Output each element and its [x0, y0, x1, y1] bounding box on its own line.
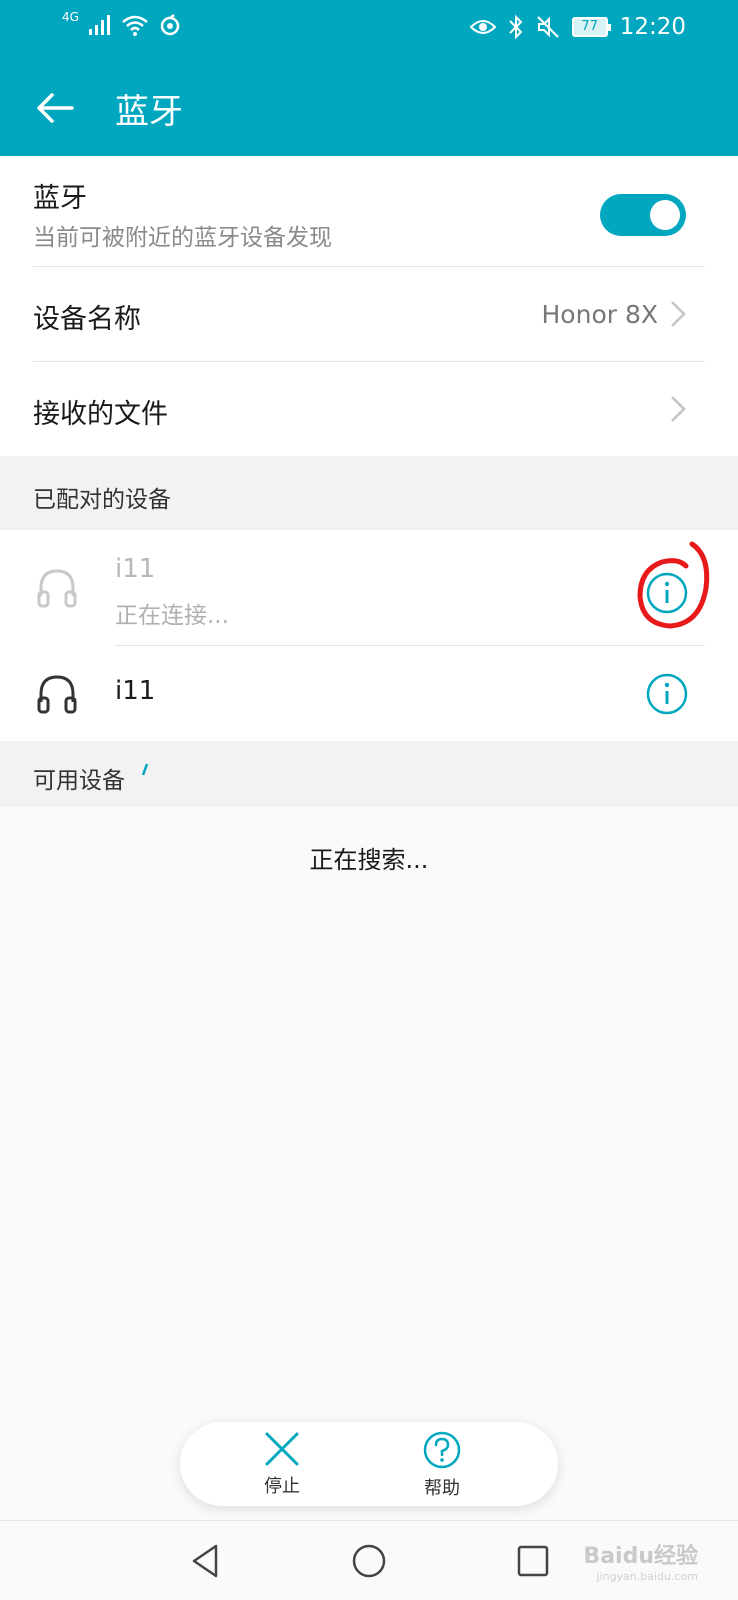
- battery-icon: 77: [571, 17, 611, 37]
- received-files-row[interactable]: 接收的文件: [0, 362, 738, 456]
- nav-home-icon[interactable]: [349, 1541, 389, 1581]
- headset-icon: [37, 569, 77, 608]
- clock: 12:20: [619, 14, 686, 40]
- back-button[interactable]: [30, 82, 82, 134]
- help-icon: [423, 1431, 461, 1469]
- help-button-label: 帮助: [424, 1478, 460, 1499]
- settings-card: 蓝牙 当前可被附近的蓝牙设备发现 设备名称 Honor 8X 接收的文件: [0, 156, 738, 456]
- signal-icon: [88, 15, 110, 35]
- action-bar: 停止 帮助: [180, 1422, 558, 1506]
- available-devices-header: 可用设备: [0, 741, 738, 807]
- wifi-icon: [122, 15, 148, 36]
- paired-device-name: i11: [115, 554, 156, 584]
- headset-icon: [37, 675, 77, 714]
- bluetooth-status-icon: [508, 15, 523, 39]
- status-bar: 4G 77 12:20: [0, 0, 738, 58]
- bluetooth-switch[interactable]: [600, 194, 686, 236]
- app-bar: 4G 77 12:20 蓝牙: [0, 0, 738, 156]
- watermark: Baidu经验 jingyan.baidu.com: [583, 1538, 698, 1583]
- watermark-url: jingyan.baidu.com: [596, 1570, 698, 1583]
- device-name-title: 设备名称: [33, 304, 141, 335]
- paired-device-row[interactable]: i11 正在连接...: [0, 530, 738, 645]
- eye-comfort-icon: [469, 20, 496, 34]
- loading-spinner-icon: [141, 763, 149, 776]
- device-name-row[interactable]: 设备名称 Honor 8X: [0, 267, 738, 361]
- info-icon[interactable]: [644, 671, 690, 717]
- stop-button-label: 停止: [264, 1476, 300, 1497]
- stop-button[interactable]: 停止: [232, 1430, 332, 1500]
- paired-device-name: i11: [115, 676, 156, 706]
- nav-back-icon[interactable]: [186, 1541, 226, 1581]
- arrow-left-icon: [37, 93, 74, 123]
- switch-knob: [650, 200, 680, 230]
- page-title: 蓝牙: [115, 92, 183, 132]
- paired-device-status: 正在连接...: [115, 603, 229, 629]
- bluetooth-row-subtitle: 当前可被附近的蓝牙设备发现: [33, 225, 332, 251]
- bluetooth-row-title: 蓝牙: [33, 183, 87, 214]
- chevron-right-icon: [671, 396, 686, 422]
- received-files-title: 接收的文件: [33, 399, 168, 430]
- searching-text: 正在搜索...: [309, 846, 429, 874]
- paired-devices-header: 已配对的设备: [0, 456, 738, 530]
- chevron-right-icon: [671, 301, 686, 327]
- mute-icon: [536, 16, 559, 38]
- available-devices-header-label: 可用设备: [33, 768, 125, 794]
- paired-devices-card: i11 正在连接... i11: [0, 530, 738, 741]
- help-button[interactable]: 帮助: [392, 1430, 492, 1500]
- bluetooth-toggle-row[interactable]: 蓝牙 当前可被附近的蓝牙设备发现: [0, 156, 738, 266]
- paired-devices-header-label: 已配对的设备: [33, 487, 171, 513]
- nav-recents-icon[interactable]: [513, 1541, 553, 1581]
- device-name-value: Honor 8X: [541, 300, 659, 329]
- annotation-circle: [637, 541, 710, 629]
- app-notification-icon: [160, 14, 180, 36]
- network-type: 4G: [62, 10, 79, 24]
- close-icon: [265, 1432, 299, 1466]
- toolbar: 蓝牙: [0, 58, 738, 156]
- paired-device-row[interactable]: i11: [0, 646, 738, 741]
- watermark-brand: Baidu经验: [583, 1544, 698, 1569]
